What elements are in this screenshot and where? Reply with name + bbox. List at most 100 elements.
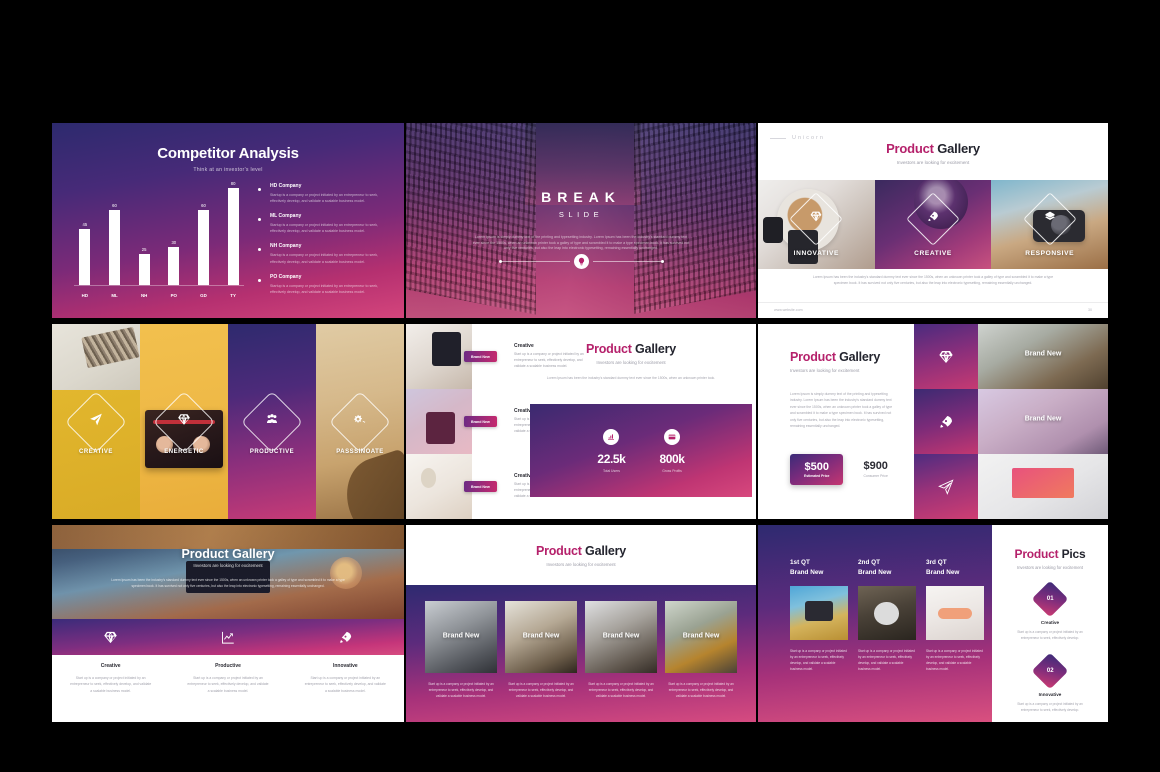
legend-text: Startup is a company or project initiate… [270,193,379,204]
page-subtitle: Investors are looking for excitement [193,563,263,568]
legend-item: NH Company Startup is a company or projec… [258,243,390,264]
number-text: 01 [1046,596,1054,602]
price-row: $500 Estimated Price $900 Consumer Price [790,453,914,485]
page-title: Product Gallery [536,544,626,558]
title-part-a: Product [790,350,836,364]
feature-item: Productive Start up is a company or proj… [169,655,286,694]
slide-product-gallery-three-up[interactable]: Unicorn Product Gallery Investors are lo… [758,123,1108,318]
trait-label: PRODUCTIVE [249,448,295,455]
brand-new-badge[interactable]: Brand New [464,351,497,362]
slide-product-gallery-banner[interactable]: Product Gallery Investors are looking fo… [52,525,404,722]
gallery-strip: INNOVATIVE CREATIVE RESPONSIVE [758,180,1108,269]
logo-line [770,137,786,139]
stats-box: 22.5k Total Users 800k Gross Profits [530,404,752,497]
title-part-b: Gallery [635,342,677,356]
number-badge: 02 [1031,652,1069,690]
gallery-cell-label: RESPONSIVE [1025,250,1075,257]
gallery-card[interactable]: Brand New Start up is a company or proje… [585,601,657,700]
gallery-card[interactable]: Brand New Start up is a company or proje… [665,601,737,700]
product-photo[interactable]: Brand New [978,454,1108,519]
trait-label: PASSSINOATE [336,448,384,455]
footer-website[interactable]: www.website.com [774,308,803,312]
bullet-icon [258,218,261,222]
quarter-image [926,586,984,640]
consumer-price-card[interactable]: $900 Consumer Price [863,460,887,478]
trait-column[interactable]: PRODUCTIVE [228,324,316,519]
brand-new-badge[interactable]: Brand New [464,416,497,427]
feature-title: Innovative [332,663,358,669]
chart-icon [603,428,620,445]
slide-grid: Competitor Analysis Think at an investor… [52,123,1109,723]
bar-column: 80 [225,181,241,285]
feature-text: Start up is a company or project initiat… [187,676,269,693]
card-text: Start up is a company or project initiat… [588,682,654,698]
bar-value: 45 [82,222,88,227]
slide-product-gallery-stats[interactable]: Brand New Creative Start up is a company… [406,324,756,519]
slide-product-gallery-pricing[interactable]: Product Gallery Investors are looking fo… [758,324,1108,519]
stat-value: 22.5k [597,451,626,466]
list-item[interactable]: Brand New Creative Start up is a company… [406,454,584,519]
slide-competitor-analysis[interactable]: Competitor Analysis Think at an investor… [52,123,404,318]
screenshot-canvas: Competitor Analysis Think at an investor… [0,0,1160,772]
quarter-text: Start up is a company or project initiat… [926,649,983,671]
slide-product-gallery-four-cards[interactable]: Product Gallery Investors are looking fo… [406,525,756,722]
bullet-icon [258,248,261,252]
brand-new-badge[interactable]: Brand New [464,481,497,492]
quarter-item[interactable]: 3rd QT Brand New Start up is a company o… [926,559,984,722]
quarter-item[interactable]: 1st QT Brand New Start up is a company o… [790,559,848,722]
bar-value: 25 [141,247,147,252]
paper-plane-icon [89,412,103,431]
page-title: Product Gallery [790,350,914,364]
bar-rect [108,210,120,285]
brand-new-badge: Brand New [1024,350,1062,358]
diamond-icon [914,324,978,389]
product-photo[interactable]: Brand New [978,324,1108,389]
break-subtitle: SLIDE [558,209,604,219]
bar-value: 60 [201,203,206,208]
number-badge: 01 [1031,580,1069,618]
break-title: BREAK [541,188,621,205]
trait-column[interactable]: CREATIVE [52,324,140,519]
card-text: Start up is a company or project initiat… [668,682,734,698]
gallery-card[interactable]: Brand New Start up is a company or proje… [505,601,577,700]
brand-new-badge: Brand New [442,632,480,640]
trait-column[interactable]: ENERGETIC [140,324,228,519]
product-photo[interactable]: Brand New [978,389,1108,454]
legend-title: HD Company [270,183,302,189]
bar-column: 25 [136,247,152,285]
numbered-text: Start up is a company or project initiat… [1017,630,1083,640]
quarter-item[interactable]: 2nd QT Brand New Start up is a company o… [858,559,916,722]
x-tick-label: PO [170,293,177,298]
gallery-card[interactable]: Brand New Start up is a company or proje… [425,601,497,700]
numbered-item[interactable]: 01 Creative Start up is a company or pro… [992,580,1108,642]
legend-text: Startup is a company or project initiate… [270,223,379,234]
slide-break[interactable]: BREAK SLIDE Lorem Ipsum is simply dummy … [406,123,756,318]
chart-line-icon [169,619,286,655]
trait-label: CREATIVE [79,448,113,455]
estimated-price-card[interactable]: $500 Estimated Price [790,453,844,485]
list-item[interactable]: Brand New Creative Start up is a company… [406,389,584,454]
feature-grid: Brand New Brand New Brand New [914,324,1108,519]
page-subtitle: Investors are looking for excitement [896,160,970,165]
x-tick-label: NH [140,293,148,298]
numbered-item[interactable]: 02 Innovative Start up is a company or p… [992,652,1108,714]
chart-x-labels: HD ML NH PO GD TY [70,293,248,298]
page-title: Product Gallery [758,141,1108,156]
title-part-a: Product [1014,547,1059,561]
gallery-cell[interactable]: INNOVATIVE [758,180,875,269]
slide-product-pics[interactable]: 1st QT Brand New Start up is a company o… [758,525,1108,722]
gallery-cell[interactable]: CREATIVE [874,180,992,269]
gallery-cell[interactable]: RESPONSIVE [991,180,1108,269]
numbered-text: Start up is a company or project initiat… [1017,701,1083,712]
trait-column[interactable]: PASSSINOATE [316,324,404,519]
legend-item: HD Company Startup is a company or projec… [258,183,390,204]
gears-icon [353,412,367,431]
slide-four-traits[interactable]: CREATIVE ENERGETIC PRODUCTIVE PASSSINOAT… [52,324,404,519]
x-tick-label: ML [111,293,118,298]
list-item[interactable]: Brand New Creative Start up is a company… [406,324,584,389]
divider-rule [406,254,756,269]
page-title: Product Gallery [181,547,275,561]
page-title: Competitor Analysis [157,145,299,162]
bullet-icon [258,278,261,282]
title-part-b: Pics [1061,547,1086,561]
